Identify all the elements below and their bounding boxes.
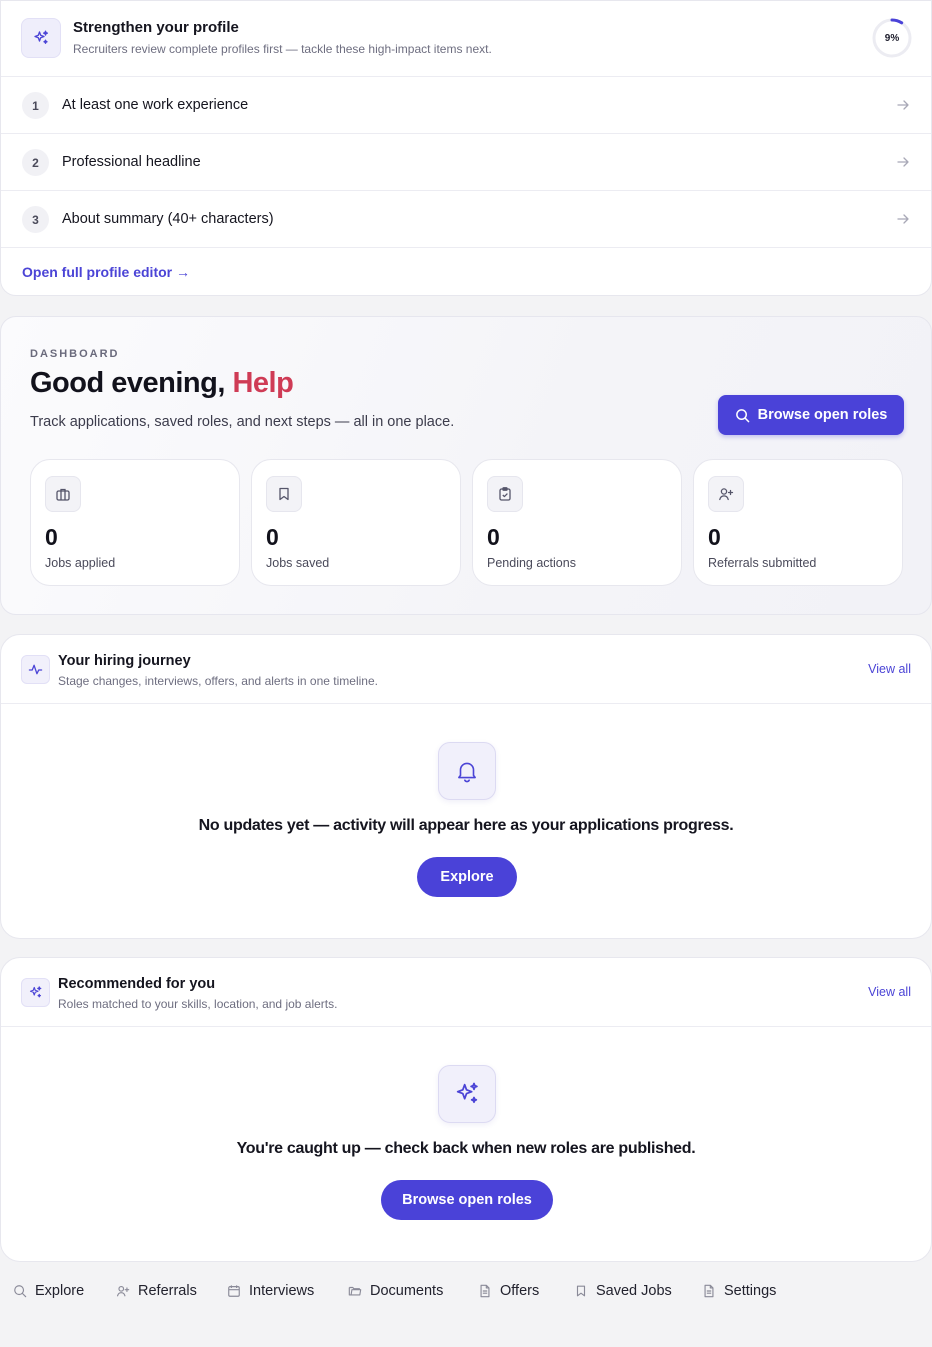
section-title: Your hiring journey <box>58 653 191 669</box>
nav-label: Documents <box>370 1283 444 1299</box>
stat-value: 0 <box>45 524 58 550</box>
task-label: At least one work experience <box>62 97 249 113</box>
dashboard-hero: DASHBOARD Good evening, Help Track appli… <box>0 316 932 615</box>
task-number: 2 <box>22 149 49 176</box>
activity-icon <box>21 655 50 684</box>
profile-card-subtitle: Recruiters review complete profiles firs… <box>73 42 492 56</box>
profile-card-header: Strengthen your profile Recruiters revie… <box>1 1 931 77</box>
sparkles-icon <box>438 1065 496 1123</box>
browse-open-roles-button[interactable]: Browse open roles <box>718 395 904 435</box>
profile-card-title: Strengthen your profile <box>73 19 239 36</box>
nav-label: Settings <box>724 1283 777 1299</box>
search-icon <box>14 1285 27 1298</box>
stat-card-referrals-submitted[interactable]: 0 Referrals submitted <box>693 459 903 586</box>
nav-label: Referrals <box>138 1283 197 1299</box>
profile-completion-card: Strengthen your profile Recruiters revie… <box>0 0 932 296</box>
user-plus-icon <box>708 476 744 512</box>
view-all-link[interactable]: View all <box>868 985 911 999</box>
search-icon <box>735 408 749 422</box>
profile-task-row[interactable]: 1 At least one work experience <box>1 77 931 134</box>
stat-card-jobs-applied[interactable]: 0 Jobs applied <box>30 459 240 586</box>
file-icon <box>704 1284 714 1298</box>
section-subtitle: Stage changes, interviews, offers, and a… <box>58 674 378 688</box>
section-header: Recommended for you Roles matched to you… <box>1 958 931 1027</box>
nav-item-interviews[interactable]: Interviews <box>227 1283 314 1299</box>
progress-percent: 9% <box>884 32 900 44</box>
task-label: About summary (40+ characters) <box>62 211 274 227</box>
browse-open-roles-button[interactable]: Browse open roles <box>381 1180 553 1220</box>
section-subtitle: Roles matched to your skills, location, … <box>58 997 338 1011</box>
greeting-heading: Good evening, Help <box>30 367 294 400</box>
profile-task-row[interactable]: 2 Professional headline <box>1 134 931 191</box>
stat-card-jobs-saved[interactable]: 0 Jobs saved <box>251 459 461 586</box>
hiring-journey-card: Your hiring journey Stage changes, inter… <box>0 634 932 939</box>
task-number: 1 <box>22 92 49 119</box>
bookmark-icon <box>266 476 302 512</box>
nav-item-documents[interactable]: Documents <box>348 1283 443 1299</box>
section-title: Recommended for you <box>58 976 216 992</box>
user-name: Help <box>232 367 294 399</box>
stat-label: Pending actions <box>487 556 576 570</box>
arrow-right-icon <box>897 100 909 110</box>
nav-item-offers[interactable]: Offers <box>478 1283 539 1299</box>
nav-item-saved-jobs[interactable]: Saved Jobs <box>574 1283 672 1299</box>
bell-icon <box>438 742 496 800</box>
empty-state-message: No updates yet — activity will appear he… <box>198 817 734 834</box>
stat-label: Referrals submitted <box>708 556 817 570</box>
stat-value: 0 <box>708 524 721 550</box>
greeting-text: Good evening, <box>30 367 225 399</box>
arrow-right-icon <box>897 214 909 224</box>
task-number: 3 <box>22 206 49 233</box>
dashboard-subtitle: Track applications, saved roles, and nex… <box>30 414 455 430</box>
nav-label: Offers <box>500 1283 540 1299</box>
stat-value: 0 <box>487 524 500 550</box>
sparkles-icon <box>21 18 61 58</box>
nav-label: Saved Jobs <box>596 1283 672 1299</box>
sparkles-icon <box>21 978 50 1007</box>
nav-label: Explore <box>35 1283 85 1299</box>
stat-value: 0 <box>266 524 279 550</box>
recommended-card: Recommended for you Roles matched to you… <box>0 957 932 1262</box>
briefcase-icon <box>45 476 81 512</box>
nav-item-explore[interactable]: Explore <box>13 1283 84 1299</box>
arrow-right-icon <box>897 157 909 167</box>
section-header: Your hiring journey Stage changes, inter… <box>1 635 931 704</box>
open-profile-editor-link[interactable]: Open full profile editor → <box>22 264 190 280</box>
task-label: Professional headline <box>62 154 201 170</box>
browse-open-roles-label: Browse open roles <box>757 407 888 423</box>
explore-button[interactable]: Explore <box>417 857 517 897</box>
file-icon <box>480 1284 490 1298</box>
stat-label: Jobs applied <box>45 556 116 570</box>
nav-item-referrals[interactable]: Referrals <box>116 1283 197 1299</box>
view-all-link[interactable]: View all <box>868 662 911 676</box>
stat-card-pending-actions[interactable]: 0 Pending actions <box>472 459 682 586</box>
calendar-icon <box>228 1285 240 1297</box>
bookmark-icon <box>576 1285 586 1297</box>
nav-label: Interviews <box>249 1283 315 1299</box>
nav-item-settings[interactable]: Settings <box>702 1283 776 1299</box>
folder-icon <box>348 1286 362 1296</box>
user-plus-icon <box>117 1285 130 1297</box>
stat-label: Jobs saved <box>266 556 330 570</box>
profile-task-row[interactable]: 3 About summary (40+ characters) <box>1 191 931 248</box>
clipboard-check-icon <box>487 476 523 512</box>
footer-nav: Explore Referrals Interviews Documents O… <box>0 1283 932 1313</box>
dashboard-eyebrow: DASHBOARD <box>30 348 120 360</box>
empty-state-message: You're caught up — check back when new r… <box>236 1140 696 1157</box>
